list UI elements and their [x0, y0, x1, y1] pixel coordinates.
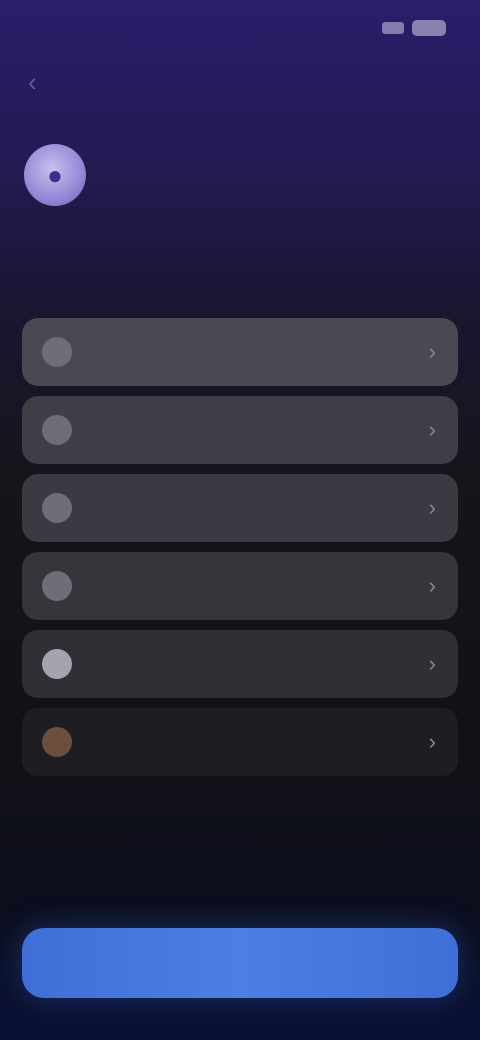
chevron-right-icon: › [428, 495, 436, 520]
list-item[interactable]: › [22, 552, 458, 620]
option-icon [42, 415, 72, 445]
chevron-right-icon: › [428, 729, 436, 754]
chevron-right-icon: › [428, 417, 436, 442]
chevron-right-icon: › [428, 573, 436, 598]
option-icon [42, 337, 72, 367]
signal-icon [382, 22, 404, 34]
status-icons [382, 20, 446, 36]
list-item[interactable]: › [22, 474, 458, 542]
option-icon [42, 727, 72, 757]
option-list: › › › › › › [22, 318, 458, 776]
chevron-left-icon: ‹ [28, 67, 37, 97]
battery-icon [412, 20, 446, 36]
continue-button[interactable] [22, 928, 458, 998]
header-text [110, 138, 456, 268]
chevron-right-icon: › [428, 339, 436, 364]
status-bar [0, 0, 480, 56]
list-item[interactable]: › [22, 396, 458, 464]
option-icon [42, 493, 72, 523]
option-icon [42, 571, 72, 601]
back-button[interactable]: ‹ [28, 62, 148, 102]
chevron-right-icon: › [428, 651, 436, 676]
list-item[interactable]: › [22, 630, 458, 698]
person-icon: ● [24, 144, 86, 206]
option-icon [42, 649, 72, 679]
header: ● [24, 138, 456, 268]
list-item[interactable]: › [22, 318, 458, 386]
list-item[interactable]: › [22, 708, 458, 776]
